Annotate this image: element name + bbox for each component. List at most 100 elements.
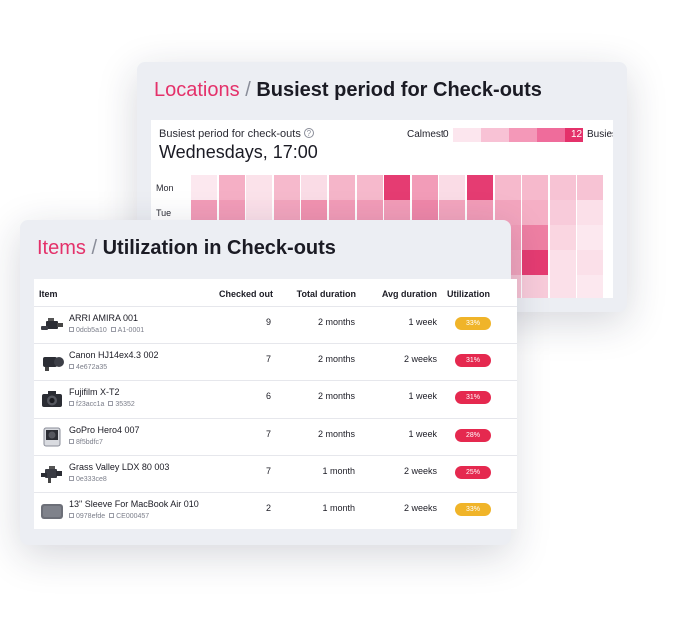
- help-icon[interactable]: ?: [303, 128, 314, 138]
- heatmap-cell[interactable]: [577, 225, 604, 250]
- table-row[interactable]: Canon HJ14ex4.3 002 4e672a35 7 2 months 2 we…: [34, 343, 517, 380]
- table-row[interactable]: Fujifilm X-T2 f23acc1a 35352 6 2 months 1 we…: [34, 380, 517, 417]
- heatmap-cell[interactable]: [549, 275, 576, 298]
- heatmap-cell[interactable]: [411, 175, 438, 200]
- total-duration: 2 months: [317, 391, 355, 402]
- heatmap-cell[interactable]: [522, 250, 549, 275]
- item-name[interactable]: Fujifilm X-T2: [69, 387, 120, 397]
- column-header-total-duration[interactable]: Total duration: [297, 289, 356, 299]
- legend-low-label: Calmest: [407, 129, 444, 140]
- legend-swatch: [509, 128, 537, 142]
- heatmap-cell[interactable]: [577, 200, 604, 225]
- checked-out-count: 2: [265, 503, 271, 513]
- heatmap-cell[interactable]: [356, 175, 383, 200]
- utilization-badge: 31%: [455, 391, 491, 405]
- item-code: 0978efde: [76, 513, 106, 520]
- item-name[interactable]: GoPro Hero4 007: [69, 425, 140, 435]
- avg-duration: 2 weeks: [403, 503, 437, 513]
- heatmap-cell[interactable]: [522, 175, 549, 200]
- barcode-icon: [69, 327, 74, 332]
- locations-card-title: Locations / Busiest period for Check-out…: [154, 79, 542, 102]
- total-duration: 1 month: [322, 503, 355, 513]
- heatmap-cell[interactable]: [384, 175, 411, 200]
- action-camera-icon: [39, 426, 65, 448]
- heatmap-cell[interactable]: [273, 175, 300, 200]
- item-codes: 4e672a35: [69, 364, 107, 371]
- heatmap-cell[interactable]: [549, 225, 576, 250]
- item-codes: 8f5bdfc7: [69, 438, 103, 446]
- item-codes: 0e333ce8: [69, 475, 107, 483]
- item-codes: 0dcb5a10 A1-0001: [69, 327, 144, 334]
- heatmap-cell[interactable]: [494, 175, 521, 200]
- heatmap-cell[interactable]: [577, 275, 604, 298]
- page-title: Utilization in Check-outs: [102, 237, 336, 259]
- heatmap-cell[interactable]: [577, 250, 604, 275]
- column-header-checked-out[interactable]: Checked out: [219, 289, 273, 299]
- barcode-icon: [69, 401, 74, 407]
- heatmap-cell[interactable]: [522, 200, 549, 225]
- heatmap-cell[interactable]: [301, 175, 328, 200]
- legend-swatch: [453, 128, 481, 142]
- breadcrumb-separator: /: [245, 79, 251, 101]
- checked-out-count: 6: [265, 391, 271, 402]
- heatmap-cell[interactable]: [246, 175, 273, 200]
- legend-swatch: [481, 128, 509, 142]
- barcode-icon: [69, 513, 74, 518]
- breadcrumb-separator: /: [91, 237, 98, 259]
- total-duration: 2 months: [317, 428, 355, 439]
- heatmap-cell[interactable]: [439, 175, 466, 200]
- item-code: CE000457: [116, 513, 150, 520]
- item-name[interactable]: Canon HJ14ex4.3 002: [69, 350, 159, 360]
- column-header-item[interactable]: Item: [39, 289, 58, 299]
- breadcrumb-locations[interactable]: Locations: [154, 79, 240, 101]
- item-code: 35352: [115, 401, 135, 409]
- heatmap-cell[interactable]: [329, 175, 355, 200]
- heatmap-cell[interactable]: [549, 200, 576, 225]
- item-code: f23acc1a: [76, 401, 105, 409]
- busiest-period-label: Busiest period for check-outs?: [159, 128, 314, 140]
- table-row[interactable]: 13" Sleeve For MacBook Air 010 0978efde C…: [34, 492, 517, 529]
- heatmap-row-label: Tue: [156, 208, 172, 218]
- cinema-camera-icon: [39, 314, 65, 336]
- total-duration: 1 month: [322, 465, 355, 476]
- checked-out-count: 9: [265, 317, 271, 327]
- item-code: A1-0001: [117, 327, 145, 334]
- column-header-avg-duration[interactable]: Avg duration: [382, 289, 437, 299]
- table-row[interactable]: GoPro Hero4 007 8f5bdfc7 7 2 months 1 week 28…: [34, 417, 517, 455]
- table-row[interactable]: Grass Valley LDX 80 003 0e333ce8 7 1 month 2…: [34, 454, 517, 492]
- item-codes: f23acc1a 35352: [69, 401, 135, 408]
- item-name[interactable]: 13" Sleeve For MacBook Air 010: [69, 499, 199, 509]
- table-row[interactable]: ARRI AMIRA 001 0dcb5a10 A1-0001 9 2 months 1…: [34, 306, 517, 343]
- heatmap-cell[interactable]: [467, 175, 493, 200]
- heatmap-cell[interactable]: [522, 275, 549, 298]
- heatmap-cell[interactable]: [218, 175, 245, 200]
- busiest-period-value: Wednesdays, 17:00: [159, 142, 318, 162]
- heatmap-cell[interactable]: [549, 175, 576, 200]
- busiest-period-label-text: Busiest period for check-outs: [159, 128, 301, 140]
- utilization-table: Item Checked out Total duration Avg dura…: [34, 279, 517, 529]
- items-card-title: Items / Utilization in Check-outs: [37, 237, 336, 260]
- total-duration: 2 months: [317, 317, 355, 327]
- heatmap-cell[interactable]: [191, 175, 217, 200]
- breadcrumb-items[interactable]: Items: [37, 237, 86, 259]
- broadcast-lens-icon: [39, 351, 65, 373]
- heatmap-cell[interactable]: [577, 175, 604, 200]
- utilization-badge: 25%: [455, 465, 491, 479]
- heatmap-cell[interactable]: [549, 250, 576, 275]
- barcode-icon: [110, 327, 116, 332]
- item-name[interactable]: ARRI AMIRA 001: [69, 313, 138, 323]
- legend-low-value: 0: [443, 129, 449, 140]
- item-name[interactable]: Grass Valley LDX 80 003: [69, 462, 169, 472]
- utilization-badge: 28%: [455, 428, 491, 442]
- checked-out-count: 7: [265, 428, 271, 439]
- heatmap-cell[interactable]: [522, 225, 549, 250]
- page-title: Busiest period for Check-outs: [256, 79, 542, 101]
- total-duration: 2 months: [317, 354, 355, 365]
- legend-high-value: 12: [571, 129, 583, 140]
- utilization-badge: 33%: [455, 317, 491, 330]
- avg-duration: 1 week: [408, 428, 437, 439]
- legend-swatch: [537, 128, 565, 142]
- column-header-utilization[interactable]: Utilization: [447, 289, 490, 299]
- checked-out-count: 7: [265, 465, 271, 476]
- mirrorless-camera-icon: [39, 388, 65, 410]
